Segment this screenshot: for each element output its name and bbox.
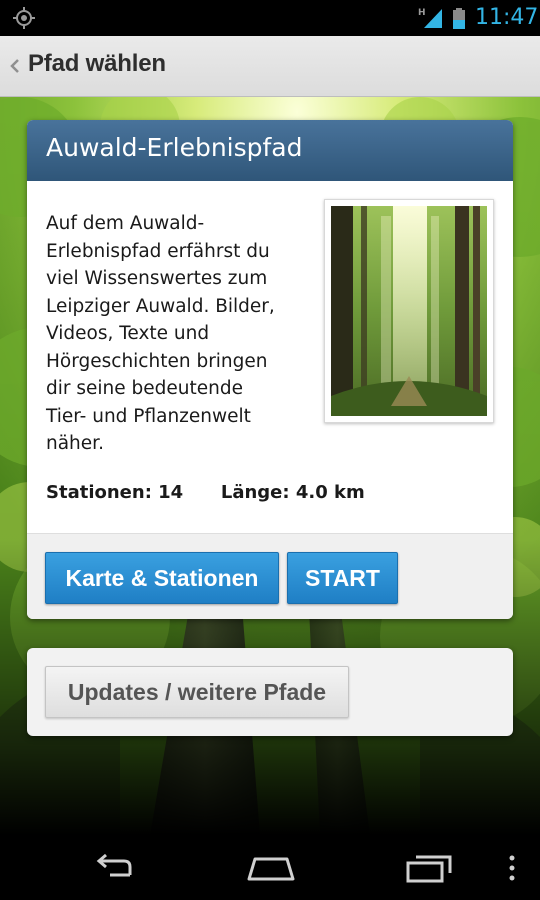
status-bar: H 11:47 <box>0 0 540 36</box>
network-type-label: H <box>418 8 426 18</box>
description-line: Auf dem Auwald- <box>46 213 205 234</box>
description-line: viel Wissenswertes zum <box>46 268 268 289</box>
updates-card: Updates / weitere Pfade <box>27 648 513 736</box>
description-line: Erlebnispfad erfährst du <box>46 240 270 262</box>
action-bar: Pfad wählen <box>0 36 540 97</box>
description-line: Hörgeschichten bringen <box>46 350 268 372</box>
page-title[interactable]: Pfad wählen <box>28 50 166 78</box>
trail-stats: Stationen: 14 Länge: 4.0 km <box>46 482 365 503</box>
description-line: Tier- und Pflanzenwelt <box>46 405 251 427</box>
trail-photo <box>324 199 494 423</box>
home-icon[interactable] <box>245 853 297 883</box>
chevron-left-icon[interactable] <box>9 54 21 78</box>
description-line: Videos, Texte und <box>46 323 210 344</box>
description-line: dir seine bedeutende <box>46 378 243 399</box>
navigation-bar <box>0 835 540 900</box>
signal-icon: H <box>418 8 442 28</box>
menu-icon[interactable] <box>507 853 517 883</box>
status-time: 11:47 <box>475 5 539 30</box>
map-stations-button[interactable]: Karte & Stationen <box>45 552 279 604</box>
description-line: näher. <box>46 433 104 454</box>
trail-description: Auf dem Auwald- Erlebnispfad erfährst du… <box>46 210 316 458</box>
trail-card-header: Auwald-Erlebnispfad <box>27 120 513 181</box>
stations-count: Stationen: 14 <box>46 482 184 503</box>
start-button[interactable]: START <box>287 552 398 604</box>
updates-button[interactable]: Updates / weitere Pfade <box>45 666 349 718</box>
recent-apps-icon[interactable] <box>404 853 454 883</box>
trail-title: Auwald-Erlebnispfad <box>46 133 303 162</box>
trail-card: Auwald-Erlebnispfad Auf dem Auwald- Erle… <box>27 120 513 619</box>
trail-length: Länge: 4.0 km <box>220 482 365 503</box>
description-line: Leipziger Auwald. Bilder, <box>46 295 275 317</box>
trail-card-actions: Karte & Stationen START <box>27 534 513 619</box>
battery-icon <box>453 8 465 29</box>
back-icon[interactable] <box>90 853 138 883</box>
gps-icon <box>13 7 35 29</box>
